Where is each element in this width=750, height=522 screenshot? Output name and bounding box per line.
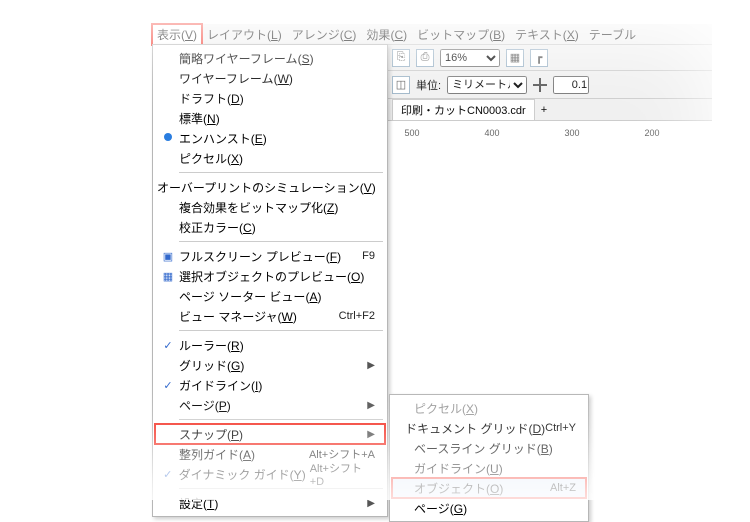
ruler-tick: 400 <box>472 128 512 138</box>
menu-arrange[interactable]: アレンジ(C) <box>287 24 362 45</box>
fullscreen-icon: ▣ <box>157 250 179 263</box>
check-icon: ✓ <box>157 339 179 352</box>
menu-item-simple-wireframe[interactable]: 簡略ワイヤーフレーム(S) <box>155 48 385 68</box>
unit-select[interactable]: ミリメートル <box>447 76 527 94</box>
print-icon[interactable]: ⎙ <box>416 49 434 67</box>
ruler-tick: 300 <box>552 128 592 138</box>
document-tab[interactable]: 印刷・カットCN0003.cdr <box>392 99 535 120</box>
menu-item-fullscreen-preview[interactable]: ▣ フルスクリーン プレビュー(F) F9 <box>155 246 385 266</box>
menu-item-snap[interactable]: スナップ(P) ▶ <box>155 424 385 444</box>
menu-item-grid[interactable]: グリッド(G) ▶ <box>155 355 385 375</box>
menu-item-dynamic-guides[interactable]: ✓ ダイナミック ガイド(Y) Alt+シフト+D <box>155 464 385 484</box>
ruler-icon[interactable]: ┏ <box>530 49 548 67</box>
unit-label: 単位: <box>416 77 441 93</box>
document-tabs: 印刷・カットCN0003.cdr + <box>388 98 712 120</box>
snap-item-document-grid[interactable]: ドキュメント グリッド(D) Ctrl+Y <box>392 418 586 438</box>
submenu-arrow-icon: ▶ <box>367 360 375 371</box>
menu-item-proof-colors[interactable]: 校正カラー(C) <box>155 217 385 237</box>
menu-item-overprint[interactable]: オーバープリントのシミュレーション(V) <box>155 177 385 197</box>
menu-effects[interactable]: 効果(C) <box>361 24 412 45</box>
menu-item-enhanced[interactable]: エンハンスト(E) <box>155 128 385 148</box>
menu-item-settings[interactable]: 設定(T) ▶ <box>155 493 385 513</box>
menu-table[interactable]: テーブル <box>584 24 641 45</box>
menu-item-normal[interactable]: 標準(N) <box>155 108 385 128</box>
separator <box>179 330 383 331</box>
separator <box>179 241 383 242</box>
add-tab-icon[interactable]: + <box>541 104 547 116</box>
snap-item-page[interactable]: ページ(G) <box>392 498 586 518</box>
menu-item-selection-preview[interactable]: ▦ 選択オブジェクトのプレビュー(O) <box>155 266 385 286</box>
snap-item-guidelines[interactable]: ガイドライン(U) <box>392 458 586 478</box>
bullet-icon <box>157 132 179 144</box>
menu-bitmap[interactable]: ビットマップ(B) <box>412 24 510 45</box>
toolbar: ⎘ ⎙ 16% ▦ ┏ <box>388 44 712 70</box>
menu-view[interactable]: 表示(V) <box>152 24 202 45</box>
view-dropdown: 簡略ワイヤーフレーム(S) ワイヤーフレーム(W) ドラフト(D) 標準(N) … <box>152 44 388 517</box>
snap-item-pixels: ピクセル(X) <box>392 398 586 418</box>
export-icon[interactable]: ⎘ <box>392 49 410 67</box>
menu-item-view-manager[interactable]: ビュー マネージャ(W) Ctrl+F2 <box>155 306 385 326</box>
menu-item-rasterize[interactable]: 複合効果をビットマップ化(Z) <box>155 197 385 217</box>
horizontal-ruler: 500 400 300 200 <box>388 120 712 138</box>
nudge-icon <box>533 78 547 92</box>
menu-item-draft[interactable]: ドラフト(D) <box>155 88 385 108</box>
separator <box>179 172 383 173</box>
menu-item-wireframe[interactable]: ワイヤーフレーム(W) <box>155 68 385 88</box>
submenu-arrow-icon: ▶ <box>367 498 375 509</box>
submenu-arrow-icon: ▶ <box>367 429 375 440</box>
separator <box>179 419 383 420</box>
nudge-input[interactable] <box>553 76 589 94</box>
check-icon: ✓ <box>157 379 179 392</box>
submenu-arrow-icon: ▶ <box>367 400 375 411</box>
menu-text[interactable]: テキスト(X) <box>510 24 584 45</box>
ruler-tick: 500 <box>392 128 432 138</box>
menu-item-page[interactable]: ページ(P) ▶ <box>155 395 385 415</box>
check-icon: ✓ <box>157 468 179 481</box>
zoom-select[interactable]: 16% <box>440 49 500 67</box>
separator <box>179 488 383 489</box>
menu-item-rulers[interactable]: ✓ ルーラー(R) <box>155 335 385 355</box>
menu-item-pixels[interactable]: ピクセル(X) <box>155 148 385 168</box>
grid-icon[interactable]: ▦ <box>506 49 524 67</box>
snap-item-baseline-grid[interactable]: ベースライン グリッド(B) <box>392 438 586 458</box>
menubar: 表示(V) レイアウト(L) アレンジ(C) 効果(C) ビットマップ(B) テ… <box>152 24 712 44</box>
menu-layout[interactable]: レイアウト(L) <box>202 24 287 45</box>
menu-item-guidelines[interactable]: ✓ ガイドライン(I) <box>155 375 385 395</box>
ruler-tick: 200 <box>632 128 672 138</box>
tool-icon[interactable]: ◫ <box>392 76 410 94</box>
selection-preview-icon: ▦ <box>157 270 179 283</box>
tab-filename: 印刷・カットCN0003.cdr <box>401 102 526 118</box>
options-bar: ◫ 単位: ミリメートル <box>388 70 712 98</box>
snap-item-object[interactable]: オブジェクト(O) Alt+Z <box>392 478 586 498</box>
menu-item-page-sorter[interactable]: ページ ソーター ビュー(A) <box>155 286 385 306</box>
snap-submenu: ピクセル(X) ドキュメント グリッド(D) Ctrl+Y ベースライン グリッ… <box>389 394 589 522</box>
